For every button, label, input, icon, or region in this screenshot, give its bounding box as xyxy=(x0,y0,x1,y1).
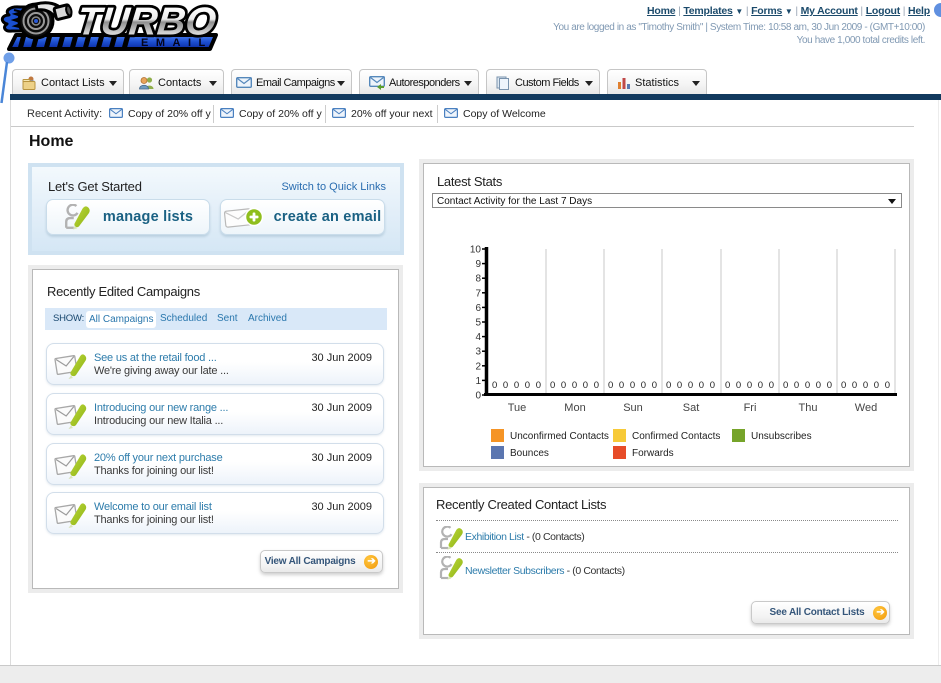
svg-text:TURBO: TURBO xyxy=(75,1,218,44)
svg-text:0 0 0 0 0: 0 0 0 0 0 xyxy=(550,380,599,391)
svg-text:6: 6 xyxy=(475,303,481,314)
svg-text:0 0 0 0 0: 0 0 0 0 0 xyxy=(841,380,890,391)
svg-text:2: 2 xyxy=(475,361,481,372)
svg-text:Bounces: Bounces xyxy=(510,448,549,459)
svg-text:Unconfirmed Contacts: Unconfirmed Contacts xyxy=(510,431,609,442)
svg-text:0 0 0 0 0: 0 0 0 0 0 xyxy=(666,380,715,391)
svg-text:Thu: Thu xyxy=(798,402,817,414)
svg-text:0 0 0 0 0: 0 0 0 0 0 xyxy=(783,380,832,391)
svg-text:7: 7 xyxy=(475,288,481,299)
svg-text:Unsubscribes: Unsubscribes xyxy=(751,431,812,442)
svg-text:8: 8 xyxy=(475,274,481,285)
svg-text:5: 5 xyxy=(475,318,481,329)
svg-text:Wed: Wed xyxy=(854,402,876,414)
svg-text:Sat: Sat xyxy=(682,402,699,414)
svg-text:Forwards: Forwards xyxy=(632,448,674,459)
svg-text:Fri: Fri xyxy=(743,402,756,414)
svg-text:4: 4 xyxy=(475,332,481,343)
svg-text:Mon: Mon xyxy=(564,402,585,414)
svg-text:Tue: Tue xyxy=(507,402,526,414)
svg-text:1: 1 xyxy=(475,376,481,387)
svg-text:0: 0 xyxy=(475,391,481,402)
svg-text:0 0 0 0 0: 0 0 0 0 0 xyxy=(492,380,541,391)
svg-text:Sun: Sun xyxy=(623,402,643,414)
svg-text:10: 10 xyxy=(469,245,481,256)
svg-text:0 0 0 0 0: 0 0 0 0 0 xyxy=(608,380,657,391)
svg-text:Confirmed Contacts: Confirmed Contacts xyxy=(632,431,720,442)
svg-text:0 0 0 0 0: 0 0 0 0 0 xyxy=(725,380,774,391)
svg-text:9: 9 xyxy=(475,259,481,270)
svg-text:3: 3 xyxy=(475,347,481,358)
